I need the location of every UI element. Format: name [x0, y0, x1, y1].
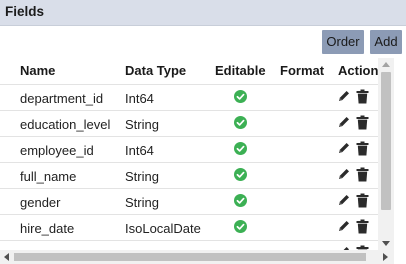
trash-icon[interactable] — [356, 115, 369, 130]
panel-header: Fields — [0, 0, 406, 26]
trash-icon[interactable] — [356, 193, 369, 208]
trash-icon[interactable] — [356, 141, 369, 156]
column-header-format[interactable]: Format — [280, 63, 324, 78]
trash-icon[interactable] — [356, 89, 369, 104]
vertical-scrollbar[interactable] — [378, 58, 394, 250]
field-name: employee_id — [20, 143, 94, 158]
field-name: department_id — [20, 91, 104, 106]
table-row[interactable]: gender String — [0, 188, 394, 215]
field-data-type: IsoLocalDate — [125, 221, 201, 236]
vertical-scroll-thumb[interactable] — [381, 72, 391, 210]
check-circle-icon — [234, 220, 247, 233]
check-circle-icon — [234, 90, 247, 103]
check-circle-icon — [234, 194, 247, 207]
scroll-up-arrow[interactable] — [382, 62, 390, 67]
pencil-icon[interactable] — [337, 89, 351, 103]
column-header-name[interactable]: Name — [20, 63, 55, 78]
check-circle-icon — [234, 142, 247, 155]
column-header-data-type[interactable]: Data Type — [125, 63, 186, 78]
field-data-type: String — [125, 169, 159, 184]
table-row-partial[interactable] — [0, 240, 394, 250]
pencil-icon[interactable] — [337, 115, 351, 129]
fields-table: Name Data Type Editable Format Action de… — [0, 58, 394, 250]
table-row[interactable]: hire_date IsoLocalDate — [0, 214, 394, 241]
pencil-icon[interactable] — [337, 219, 351, 233]
table-row[interactable]: education_level String — [0, 110, 394, 137]
field-data-type: String — [125, 117, 159, 132]
column-header-action[interactable]: Action — [338, 63, 378, 78]
pencil-icon[interactable] — [337, 193, 351, 207]
field-data-type: String — [125, 195, 159, 210]
table-row[interactable]: department_id Int64 — [0, 84, 394, 111]
check-circle-icon — [234, 116, 247, 129]
trash-icon[interactable] — [356, 219, 369, 234]
field-name: gender — [20, 195, 61, 210]
scroll-down-arrow[interactable] — [382, 241, 390, 246]
scroll-left-arrow[interactable] — [4, 253, 9, 261]
pencil-icon[interactable] — [337, 167, 351, 181]
column-header-editable[interactable]: Editable — [215, 63, 266, 78]
panel-title: Fields — [5, 4, 45, 19]
trash-icon[interactable] — [356, 167, 369, 182]
check-circle-icon — [234, 168, 247, 181]
scroll-right-arrow[interactable] — [383, 253, 388, 261]
order-button[interactable]: Order — [322, 30, 364, 54]
table-row[interactable]: full_name String — [0, 162, 394, 189]
horizontal-scrollbar[interactable] — [0, 250, 394, 264]
field-name: hire_date — [20, 221, 75, 236]
field-name: full_name — [20, 169, 77, 184]
field-data-type: Int64 — [125, 143, 154, 158]
horizontal-scroll-thumb[interactable] — [14, 253, 366, 261]
table-row[interactable]: employee_id Int64 — [0, 136, 394, 163]
field-data-type: Int64 — [125, 91, 154, 106]
pencil-icon[interactable] — [337, 141, 351, 155]
add-button[interactable]: Add — [370, 30, 402, 54]
field-name: education_level — [20, 117, 111, 132]
